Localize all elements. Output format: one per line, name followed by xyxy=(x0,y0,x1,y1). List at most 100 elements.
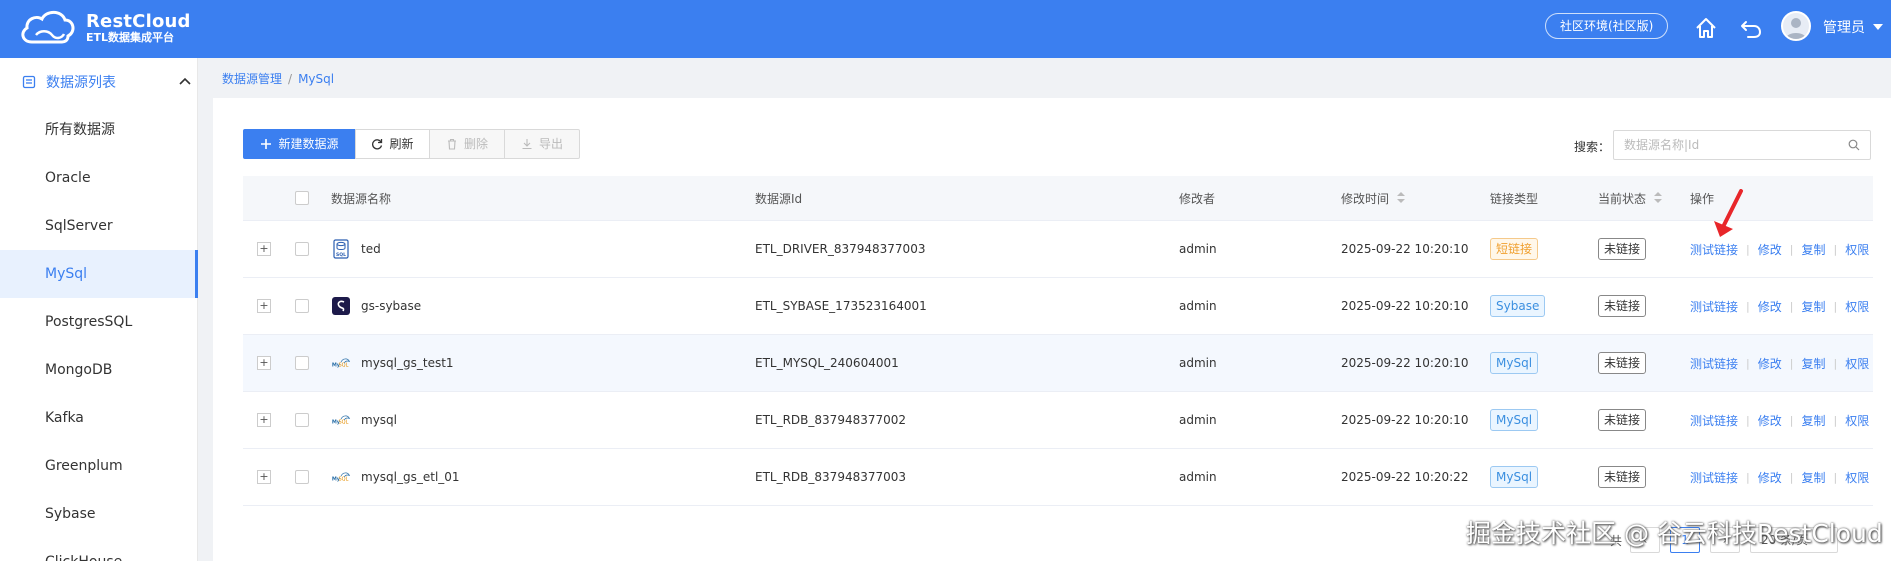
copy-button[interactable]: 复制 xyxy=(1801,241,1825,258)
permission-button[interactable]: 权限 xyxy=(1845,355,1869,372)
environment-button[interactable]: 社区环境(社区版) xyxy=(1545,13,1669,39)
toolbar: 新建数据源 刷新 删除 导出 xyxy=(243,129,580,159)
row-checkbox[interactable] xyxy=(295,470,309,484)
search-box xyxy=(1613,130,1871,160)
modifier: admin xyxy=(1179,242,1217,256)
refresh-button[interactable]: 刷新 xyxy=(355,129,430,159)
database-list-icon xyxy=(22,75,36,89)
row-checkbox[interactable] xyxy=(295,413,309,427)
sidebar-item-sybase[interactable]: Sybase xyxy=(0,490,197,538)
sidebar-item-postgressql[interactable]: PostgresSQL xyxy=(0,298,197,346)
sidebar-item-clickhouse[interactable]: ClickHouse xyxy=(0,538,197,561)
permission-button[interactable]: 权限 xyxy=(1845,412,1869,429)
permission-button[interactable]: 权限 xyxy=(1845,241,1869,258)
col-status[interactable]: 当前状态 xyxy=(1598,176,1663,220)
datasource-name-cell[interactable]: SQL ted xyxy=(331,221,381,277)
table-row[interactable]: + My SQL mysql ETL_RDB_837948377002 admin 2025… xyxy=(243,392,1873,449)
search-icon[interactable] xyxy=(1848,139,1860,151)
datasource-name[interactable]: gs-sybase xyxy=(361,299,421,313)
test-link-button[interactable]: 测试链接 xyxy=(1690,355,1738,372)
cloud-logo-icon xyxy=(21,10,75,44)
datasource-name[interactable]: ted xyxy=(361,242,381,256)
copy-button[interactable]: 复制 xyxy=(1801,355,1825,372)
select-all-checkbox[interactable] xyxy=(295,191,309,205)
sidebar-item-mongodb[interactable]: MongoDB xyxy=(0,346,197,394)
export-button[interactable]: 导出 xyxy=(504,129,580,159)
datasource-name-cell[interactable]: My SQL mysql xyxy=(331,392,397,448)
table-body: + SQL ted ETL_DRIVER_837948377003 admin 2025-… xyxy=(243,221,1873,506)
watermark: 掘金技术社区 @ 谷云科技RestCloud xyxy=(1466,519,1883,548)
red-arrow-annotation-icon xyxy=(1714,189,1743,237)
table-row[interactable]: + SQL ted ETL_DRIVER_837948377003 admin 2025-… xyxy=(243,221,1873,278)
sidebar-item-oracle[interactable]: Oracle xyxy=(0,154,197,202)
datasource-name-cell[interactable]: My SQL mysql_gs_test1 xyxy=(331,335,454,391)
row-checkbox[interactable] xyxy=(295,356,309,370)
datasource-id: ETL_RDB_837948377002 xyxy=(755,413,907,427)
table-row[interactable]: + My SQL mysql_gs_test1 ETL_MYSQL_240604001 a… xyxy=(243,335,1873,392)
sidebar-item-all[interactable]: 所有数据源 xyxy=(0,106,197,154)
mysql-icon: My SQL xyxy=(331,353,361,373)
expand-row-button[interactable]: + xyxy=(257,413,271,427)
permission-button[interactable]: 权限 xyxy=(1845,469,1869,486)
datasource-name[interactable]: mysql xyxy=(361,413,397,427)
edit-button[interactable]: 修改 xyxy=(1758,241,1782,258)
user-menu-caret-icon[interactable] xyxy=(1873,24,1883,30)
datasource-name-cell[interactable]: My SQL mysql_gs_etl_01 xyxy=(331,449,460,505)
search-input[interactable] xyxy=(1614,131,1834,159)
chevron-up-icon[interactable] xyxy=(178,75,192,89)
user-avatar-icon xyxy=(1786,18,1806,39)
download-icon xyxy=(522,139,532,150)
modified-time: 2025-09-22 10:20:10 xyxy=(1341,413,1469,427)
edit-button[interactable]: 修改 xyxy=(1758,412,1782,429)
test-link-button[interactable]: 测试链接 xyxy=(1690,298,1738,315)
plus-icon xyxy=(261,139,272,149)
sidebar-item-kafka[interactable]: Kafka xyxy=(0,394,197,442)
modified-time: 2025-09-22 10:20:10 xyxy=(1341,242,1469,256)
test-link-button[interactable]: 测试链接 xyxy=(1690,241,1738,258)
datasource-name-cell[interactable]: gs-sybase xyxy=(331,278,421,334)
edit-button[interactable]: 修改 xyxy=(1758,355,1782,372)
row-checkbox[interactable] xyxy=(295,242,309,256)
permission-button[interactable]: 权限 xyxy=(1845,298,1869,315)
expand-row-button[interactable]: + xyxy=(257,299,271,313)
datasource-id: ETL_DRIVER_837948377003 xyxy=(755,242,926,256)
expand-row-button[interactable]: + xyxy=(257,356,271,370)
test-link-button[interactable]: 测试链接 xyxy=(1690,469,1738,486)
test-link-button[interactable]: 测试链接 xyxy=(1690,412,1738,429)
copy-button[interactable]: 复制 xyxy=(1801,469,1825,486)
sidebar-header[interactable]: 数据源列表 xyxy=(0,58,197,106)
avatar[interactable] xyxy=(1781,11,1811,41)
edit-button[interactable]: 修改 xyxy=(1758,469,1782,486)
sybase-icon xyxy=(331,296,361,316)
delete-button[interactable]: 删除 xyxy=(429,129,505,159)
sidebar-item-greenplum[interactable]: Greenplum xyxy=(0,442,197,490)
link-type-badge: Sybase xyxy=(1490,295,1546,317)
table-row[interactable]: + My SQL mysql_gs_etl_01 ETL_RDB_83794837700… xyxy=(243,449,1873,506)
datasource-name[interactable]: mysql_gs_test1 xyxy=(361,356,454,370)
modified-time: 2025-09-22 10:20:22 xyxy=(1341,470,1469,484)
edit-button[interactable]: 修改 xyxy=(1758,298,1782,315)
sort-icon[interactable] xyxy=(1397,192,1406,204)
sidebar-item-mysql[interactable]: MySql xyxy=(0,250,198,298)
sort-icon[interactable] xyxy=(1654,192,1663,204)
table-header: 数据源名称 数据源Id 修改者 修改时间 链接类型 当前状态 操作 xyxy=(243,176,1873,221)
new-datasource-button[interactable]: 新建数据源 xyxy=(243,129,356,159)
copy-button[interactable]: 复制 xyxy=(1801,298,1825,315)
breadcrumb-root[interactable]: 数据源管理 xyxy=(222,72,282,86)
expand-row-button[interactable]: + xyxy=(257,242,271,256)
home-icon[interactable] xyxy=(1692,14,1720,42)
datasource-name[interactable]: mysql_gs_etl_01 xyxy=(361,470,460,484)
row-checkbox[interactable] xyxy=(295,299,309,313)
expand-row-button[interactable]: + xyxy=(257,470,271,484)
brand-subtitle: ETL数据集成平台 xyxy=(86,30,175,44)
brand-logo[interactable]: RestCloud ETL数据集成平台 xyxy=(18,8,191,48)
sidebar-item-sqlserver[interactable]: SqlServer xyxy=(0,202,197,250)
svg-text:SQL: SQL xyxy=(339,362,349,368)
back-icon[interactable] xyxy=(1737,14,1765,42)
table-row[interactable]: + gs-sybase ETL_SYBASE_173523164001 admin 20… xyxy=(243,278,1873,335)
col-time[interactable]: 修改时间 xyxy=(1341,176,1406,220)
sidebar: 数据源列表 所有数据源 Oracle SqlServer MySql Postg… xyxy=(0,58,198,561)
copy-button[interactable]: 复制 xyxy=(1801,412,1825,429)
user-name[interactable]: 管理员 xyxy=(1823,17,1865,37)
row-actions: 测试链接 | 修改 | 复制 | 权限 xyxy=(1690,355,1870,372)
